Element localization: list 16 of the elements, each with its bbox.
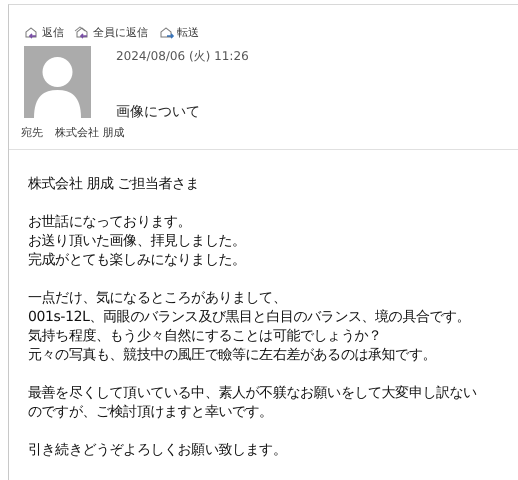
avatar-icon [24, 46, 91, 118]
body-paragraph: 最善を尽くして頂いている中、素人が不躾なお願いをして大変申し訳ない のですが、ご検討頂けますと幸いです。 [28, 384, 478, 422]
reply-icon [23, 25, 39, 39]
reply-all-icon [74, 25, 90, 39]
body-paragraph: 一点だけ、気になるところがありまして、 001s-12L、両眼のバランス及び黒目と白目のバランス、境の具合です。 気持ち程度、もう少々自然にすることは可能でしょうか？ 元々の写真も、競技中の風圧で瞼等に左右差があるのは承知です。 [28, 289, 472, 365]
reply-button[interactable]: 返信 [23, 24, 64, 40]
recipient-label: 宛先 [21, 125, 43, 140]
recipient-name: 株式会社 朋成 [55, 125, 124, 140]
body-paragraph: お世話になっております。 お送り頂いた画像、拝見しました。 完成がとても楽しみになりました。 [28, 213, 247, 270]
body-paragraph: 株式会社 朋成 ご担当者さま [28, 175, 200, 194]
subject-text: 画像について [116, 103, 201, 121]
body-paragraph: 引き続きどうぞよろしくお願い致します。 [28, 441, 288, 460]
forward-button[interactable]: 転送 [158, 24, 199, 40]
date-text: 2024/08/06 (火) 11:26 [116, 48, 249, 65]
reply-all-button[interactable]: 全員に返信 [74, 24, 148, 40]
forward-icon [158, 25, 174, 39]
